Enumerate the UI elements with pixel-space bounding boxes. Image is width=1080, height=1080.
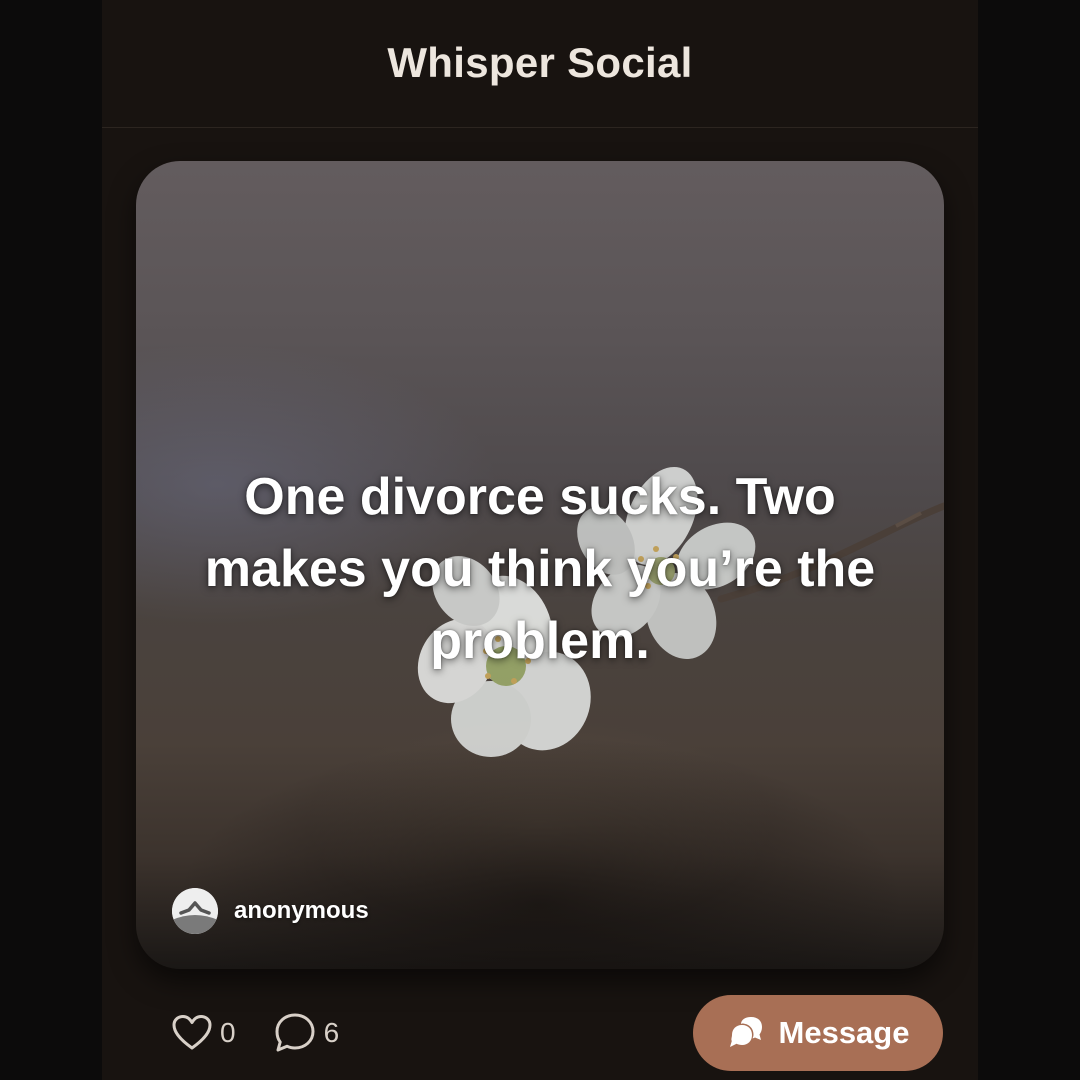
post-actions: 0 6: [172, 1010, 339, 1056]
like-count: 0: [220, 1017, 236, 1048]
post-card[interactable]: One divorce sucks. Two makes you think y…: [136, 161, 944, 969]
comment-button[interactable]: 6: [274, 1012, 340, 1054]
author-info[interactable]: anonymous: [172, 887, 369, 935]
heart-outline-icon: [172, 1015, 212, 1050]
like-button[interactable]: 0: [172, 1014, 236, 1052]
comment-count: 6: [323, 1017, 340, 1048]
message-button-label: Message: [778, 1015, 910, 1050]
top-bar: Whisper Social: [102, 0, 978, 128]
app-frame: Whisper Social One divorce sucks. Two ma…: [102, 0, 978, 1080]
chat-bubbles-icon: [729, 1017, 762, 1047]
anonymous-avatar-icon: [172, 888, 218, 934]
app-title: Whisper Social: [387, 38, 693, 86]
message-button[interactable]: Message: [693, 995, 943, 1071]
post-text: One divorce sucks. Two makes you think y…: [204, 468, 876, 670]
author-name: anonymous: [234, 897, 369, 924]
speech-bubble-icon: [275, 1013, 315, 1052]
